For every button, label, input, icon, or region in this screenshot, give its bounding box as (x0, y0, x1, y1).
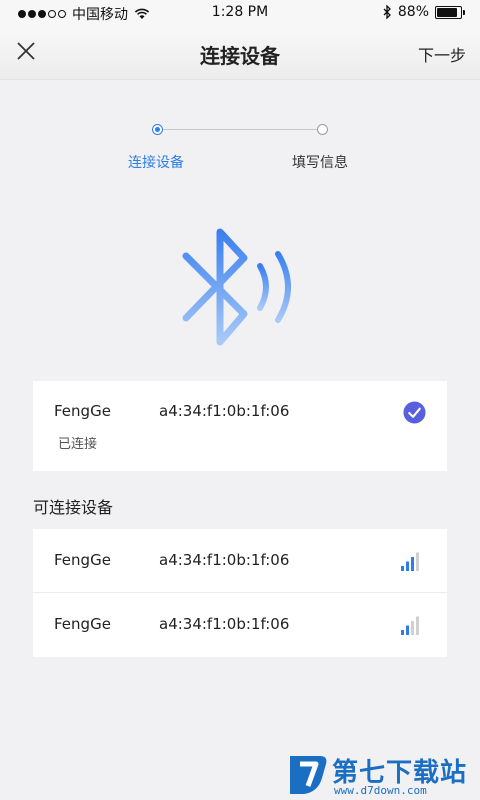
signal-bar (411, 557, 414, 571)
available-devices-list: FengGe a4:34:f1:0b:1f:06 FengGe a4:34:f1… (33, 529, 447, 657)
battery-percent: 88% (397, 4, 429, 20)
signal-bar (406, 561, 409, 571)
connection-status: 已连接 (58, 437, 98, 452)
status-right: 88% (383, 4, 465, 20)
progress-stepper: 连接设备 填写信息 (0, 118, 480, 178)
step-1-label: 连接设备 (128, 155, 184, 171)
next-step-button[interactable]: 下一步 (418, 42, 466, 66)
signal-bar (416, 616, 419, 635)
step-2-label: 填写信息 (292, 155, 348, 171)
available-devices-title: 可连接设备 (33, 498, 114, 517)
connected-device-name: FengGe (54, 402, 111, 420)
step-2-indicator (317, 124, 328, 135)
page-title: 连接设备 (200, 44, 280, 68)
connected-device-card[interactable]: FengGe a4:34:f1:0b:1f:06 已连接 (33, 381, 447, 471)
nav-bar: 连接设备 下一步 (0, 26, 480, 80)
bluetooth-status-icon (383, 5, 391, 19)
signal-bar (416, 552, 419, 571)
signal-bar (401, 566, 404, 571)
signal-strength-icon (401, 616, 419, 635)
device-list-item[interactable]: FengGe a4:34:f1:0b:1f:06 (33, 593, 447, 657)
bluetooth-icon (182, 228, 291, 346)
status-bar: 中国移动 1:28 PM 88% (0, 0, 480, 26)
device-mac: a4:34:f1:0b:1f:06 (159, 551, 290, 569)
step-1-indicator (152, 124, 163, 135)
battery-icon (435, 5, 465, 19)
device-mac: a4:34:f1:0b:1f:06 (159, 615, 290, 633)
signal-bar (411, 621, 414, 635)
stepper-line (163, 129, 317, 130)
battery-fill (437, 7, 458, 17)
watermark-url: www.d7down.com (334, 784, 427, 797)
device-list-item[interactable]: FengGe a4:34:f1:0b:1f:06 (33, 529, 447, 593)
watermark-logo-icon (290, 756, 327, 794)
close-icon[interactable] (14, 39, 38, 63)
signal-strength-icon (401, 552, 419, 571)
signal-bar (406, 625, 409, 635)
device-name: FengGe (54, 615, 111, 633)
check-circle-icon (403, 401, 426, 424)
watermark: 第七下载站 www.d7down.com (284, 750, 480, 800)
signal-bar (401, 630, 404, 635)
device-name: FengGe (54, 551, 111, 569)
connected-device-mac: a4:34:f1:0b:1f:06 (159, 402, 290, 420)
